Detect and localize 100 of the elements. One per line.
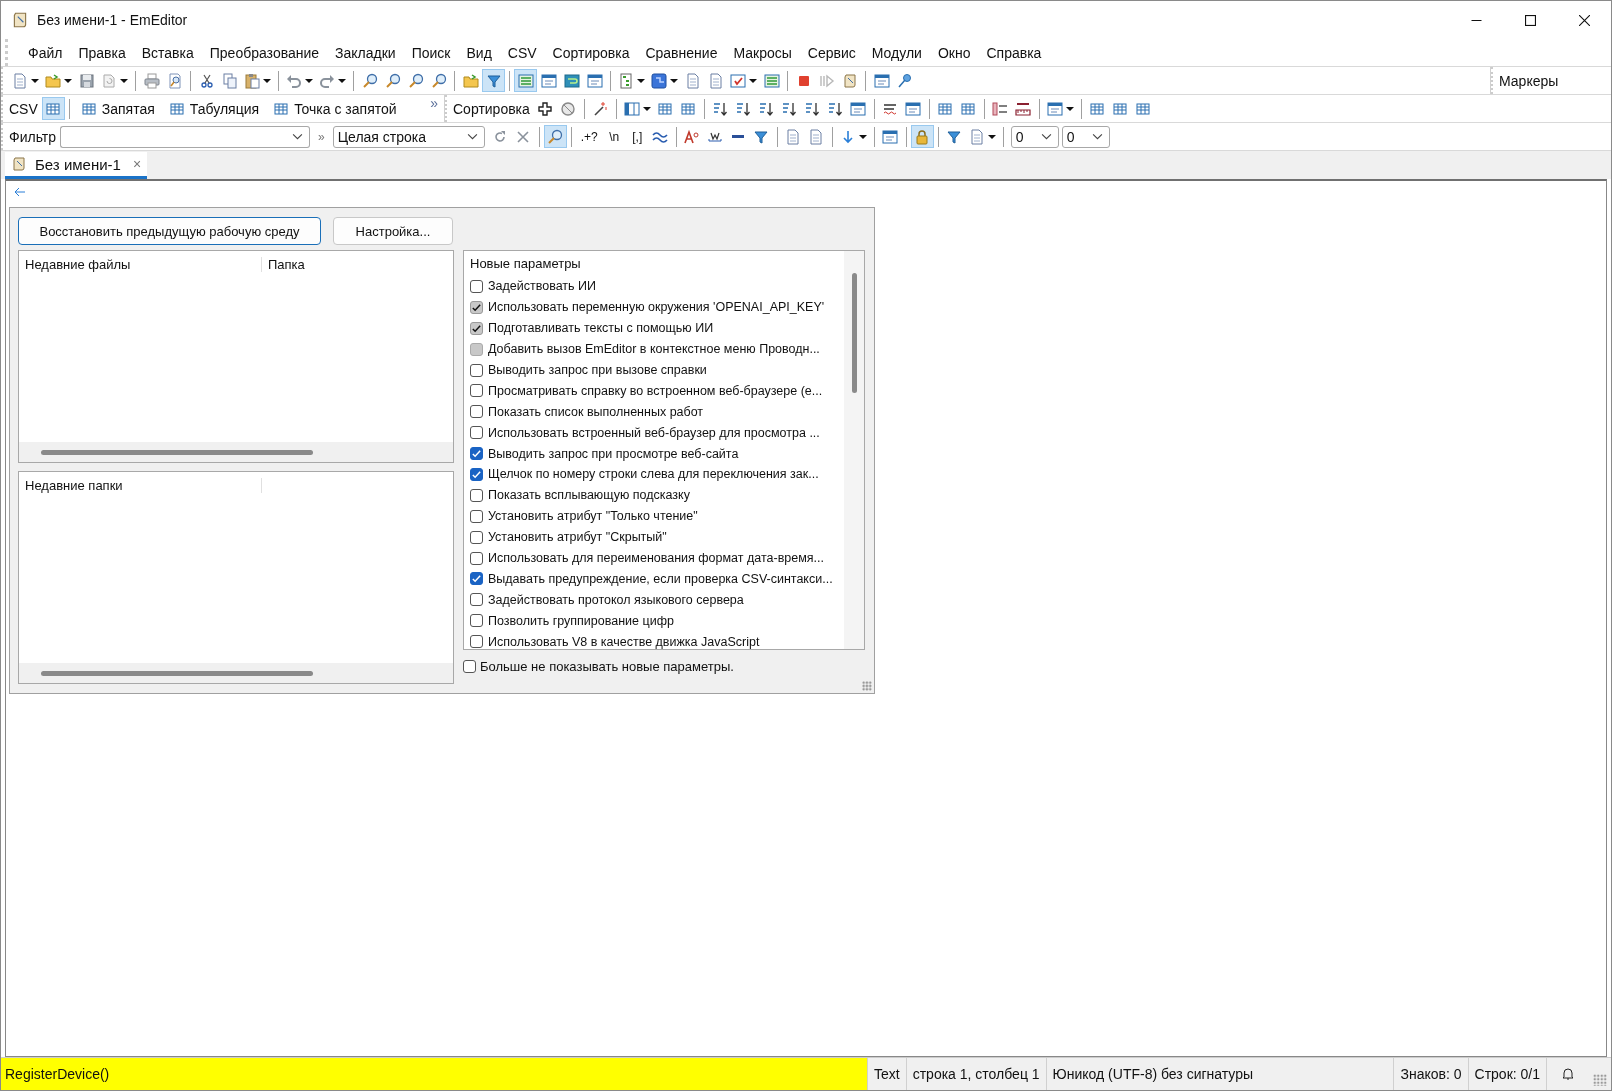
caret-icon xyxy=(749,76,757,85)
close-button[interactable]: × xyxy=(132,156,142,172)
option-label: Выводить запрос при вызове справки xyxy=(488,363,707,377)
menu-item[interactable]: Окно xyxy=(929,44,979,61)
grid-icon xyxy=(937,100,954,117)
checkbox[interactable] xyxy=(470,593,483,607)
menu-item[interactable]: Вид xyxy=(458,44,500,61)
window-icon xyxy=(586,72,603,89)
menu-item[interactable]: Вставка xyxy=(133,44,202,61)
document-icon xyxy=(707,72,724,89)
checkbox[interactable] xyxy=(470,363,483,377)
status-position[interactable]: строка 1, столбец 1 xyxy=(905,1058,1046,1090)
scroll-icon xyxy=(841,72,858,89)
magic-wand-icon xyxy=(592,100,609,117)
sort-icon xyxy=(827,100,844,117)
option-label: Добавить вызов EmEditor в контекстное меню Проводн... xyxy=(488,342,820,357)
grid-icon xyxy=(1112,100,1129,117)
notepad-icon xyxy=(11,11,29,29)
menu-item[interactable]: Файл xyxy=(20,44,71,61)
toolbar-button[interactable]: \n xyxy=(602,125,626,148)
wrap-icon xyxy=(563,72,580,89)
menu-item[interactable]: CSV xyxy=(499,44,545,61)
resize-grip-icon[interactable] xyxy=(862,681,872,691)
scrollbar-thumb[interactable] xyxy=(41,670,313,676)
checkbox[interactable] xyxy=(470,405,483,419)
checkbox[interactable] xyxy=(470,530,483,544)
caret-icon xyxy=(305,76,313,85)
menu-item[interactable]: Правка xyxy=(70,44,134,61)
status-encoding[interactable]: Юникод (UTF-8) без сигнатуры xyxy=(1045,1058,1260,1090)
toolbar-button[interactable]: Точка с запятой xyxy=(266,97,404,120)
menu-item[interactable]: Сервис xyxy=(799,44,864,61)
sort-icon xyxy=(712,100,729,117)
document-icon xyxy=(684,72,701,89)
option-label: Просматривать справку во встроенном веб-браузере (е... xyxy=(488,383,823,398)
menu-item[interactable]: Справка xyxy=(978,44,1050,61)
toolbar-button[interactable]: Запятая xyxy=(73,97,162,120)
window-icon xyxy=(873,72,890,89)
number-combo[interactable]: 0 xyxy=(1010,125,1059,148)
window-icon xyxy=(540,72,557,89)
caret-icon xyxy=(120,76,128,85)
scrollbar-thumb[interactable] xyxy=(41,449,313,455)
close-icon xyxy=(1578,14,1590,26)
checkbox[interactable] xyxy=(470,635,483,649)
printer-icon xyxy=(143,72,160,89)
grid-icon xyxy=(45,100,62,117)
status-char-count: Знаков: 0 xyxy=(1393,1058,1468,1090)
arrow-left-icon xyxy=(14,187,26,197)
reload-icon xyxy=(101,72,117,89)
lines-icon xyxy=(517,72,534,89)
checkbox[interactable] xyxy=(470,614,483,628)
option-label: Выводить запрос при просмотре веб-сайта xyxy=(488,446,739,461)
sort-icon xyxy=(804,100,821,117)
sort-icon xyxy=(781,100,798,117)
search-icon xyxy=(407,72,424,89)
checkbox[interactable] xyxy=(470,572,483,586)
checkbox[interactable] xyxy=(470,279,483,293)
document-tab[interactable]: Без имени-1 × xyxy=(5,152,148,179)
menu-item[interactable]: Поиск xyxy=(403,44,459,61)
menu-item[interactable]: Макросы xyxy=(725,44,800,61)
checkbox[interactable] xyxy=(470,509,483,523)
toolbar-button[interactable]: .+? xyxy=(575,125,603,148)
toolbar-button[interactable]: [,] xyxy=(625,125,649,148)
more-button[interactable]: » xyxy=(430,95,438,111)
checkbox[interactable] xyxy=(470,384,483,398)
column-header[interactable]: Папка xyxy=(262,256,305,272)
dialog-button[interactable]: Восстановить предыдущую рабочую среду xyxy=(18,217,321,245)
checkbox[interactable] xyxy=(470,467,483,481)
option-label: Установить атрибут "Только чтение" xyxy=(488,509,698,524)
grid-icon xyxy=(960,100,977,117)
dash-icon xyxy=(732,135,745,138)
menu-item[interactable]: Сортировка xyxy=(544,44,638,61)
document-icon xyxy=(968,128,985,145)
menu-item[interactable]: Модули xyxy=(863,44,930,61)
column-header[interactable]: Недавние файлы xyxy=(19,256,262,272)
document-icon xyxy=(12,72,28,89)
resize-grip-icon[interactable] xyxy=(1593,1074,1607,1086)
option-label: Использовать V8 в качестве движка JavaScript xyxy=(488,634,760,649)
bell-icon[interactable] xyxy=(1561,1067,1575,1081)
checkbox[interactable] xyxy=(463,660,476,673)
sort-icon xyxy=(758,100,775,117)
menu-item[interactable]: Сравнение xyxy=(637,44,726,61)
chevron-down-icon xyxy=(1040,133,1052,140)
status-mode[interactable]: Text xyxy=(867,1058,906,1090)
play-icon xyxy=(818,72,835,89)
grid-icon xyxy=(1135,100,1152,117)
checkbox[interactable] xyxy=(470,447,483,461)
scope-combo[interactable]: Целая строка xyxy=(332,125,485,148)
menu-item[interactable]: Закладки xyxy=(327,44,404,61)
window-icon xyxy=(882,128,899,145)
menu-item[interactable]: Преобразование xyxy=(201,44,328,61)
dialog-button[interactable]: Настройка... xyxy=(333,217,453,245)
scrollbar-thumb[interactable] xyxy=(851,273,857,393)
toolbar-button[interactable]: Табуляция xyxy=(161,97,267,120)
checkbox[interactable] xyxy=(470,426,483,440)
more-button[interactable]: » xyxy=(318,128,325,145)
checkbox[interactable] xyxy=(470,488,483,502)
number-combo[interactable]: 0 xyxy=(1061,125,1110,148)
column-header[interactable]: Недавние папки xyxy=(19,477,262,493)
checkbox[interactable] xyxy=(470,551,483,565)
caret-icon xyxy=(338,76,346,85)
